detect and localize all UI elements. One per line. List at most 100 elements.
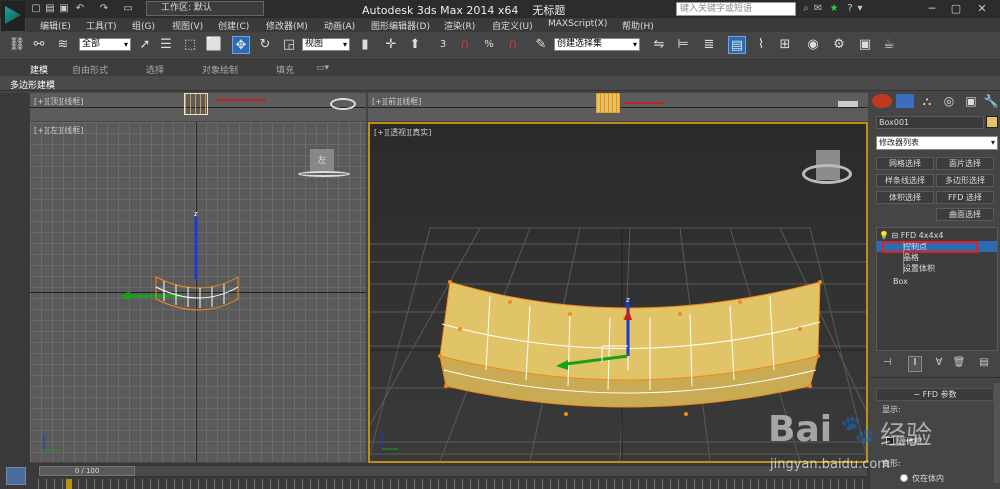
surface-select-button[interactable]: 曲面选择: [936, 208, 994, 221]
rect-selection-icon[interactable]: ⬚: [181, 36, 199, 54]
select-object-icon[interactable]: ➚: [136, 36, 154, 54]
schematic-view-icon[interactable]: ⊞: [776, 36, 794, 54]
viewport-front[interactable]: [+][前][线框]: [368, 93, 868, 121]
mini-curve-editor-icon[interactable]: [6, 467, 26, 485]
select-move-icon[interactable]: ✥: [232, 36, 250, 54]
tab-object-paint[interactable]: 对象绘制: [202, 63, 238, 76]
ribbon-options-icon[interactable]: ▭▾: [316, 63, 329, 73]
patch-select-button[interactable]: 面片选择: [936, 157, 994, 170]
edit-named-selection-icon[interactable]: ✎: [532, 36, 550, 54]
poly-select-button[interactable]: 多边形选择: [936, 174, 994, 187]
layer-manager-icon[interactable]: ≣: [700, 36, 718, 54]
info-icon[interactable]: ▾: [854, 3, 866, 14]
search-icon[interactable]: ⌕: [800, 3, 812, 14]
display-panel-icon[interactable]: ▣: [962, 94, 980, 108]
object-color-swatch[interactable]: [986, 116, 998, 128]
menu-edit[interactable]: 编辑(E): [40, 19, 71, 32]
reference-coordinate-dropdown[interactable]: 视图: [302, 38, 350, 51]
show-end-result-icon[interactable]: Ⅰ: [908, 356, 922, 372]
viewport-top[interactable]: [+][顶][线框]: [30, 93, 366, 121]
modifier-list-dropdown[interactable]: 修改器列表 ▾: [876, 136, 998, 150]
create-panel-icon[interactable]: [872, 94, 892, 108]
mirror-icon[interactable]: ⇋: [650, 36, 668, 54]
communication-icon[interactable]: ✉: [812, 3, 824, 14]
angle-snap-icon[interactable]: ∩: [456, 36, 474, 54]
time-slider[interactable]: 0 / 100: [38, 465, 868, 477]
light-bulb-icon[interactable]: 💡: [879, 231, 889, 240]
select-manipulate-icon[interactable]: ✛: [382, 36, 400, 54]
hold-icon[interactable]: ▭: [122, 3, 134, 14]
selection-filter-dropdown[interactable]: 全部: [79, 38, 131, 51]
spinner-snap-icon[interactable]: ∩: [504, 36, 522, 54]
remove-modifier-icon[interactable]: 🗑: [952, 357, 966, 371]
named-selection-dropdown[interactable]: 创建选择集: [554, 38, 640, 51]
material-editor-icon[interactable]: ◉: [804, 36, 822, 54]
app-logo-icon[interactable]: [1, 1, 25, 31]
window-crossing-icon[interactable]: ⬜: [205, 36, 223, 54]
search-input[interactable]: 键入关键字或短语: [676, 2, 796, 16]
motion-panel-icon[interactable]: ◎: [940, 94, 958, 108]
menu-graph-editors[interactable]: 图形编辑器(D): [371, 19, 430, 32]
viewport-top-label[interactable]: [+][顶][线框]: [34, 96, 83, 107]
rendered-frame-icon[interactable]: ▣: [856, 36, 874, 54]
viewport-left[interactable]: [+][左][线框] 左 z: [30, 122, 366, 462]
hierarchy-panel-icon[interactable]: ⛬: [918, 94, 936, 108]
spline-select-button[interactable]: 样条线选择: [876, 174, 934, 187]
tab-modeling[interactable]: 建模: [30, 63, 48, 76]
stack-item-ffd[interactable]: 💡 ⊟ FFD 4x4x4: [879, 230, 943, 241]
configure-modifier-sets-icon[interactable]: ▤: [974, 357, 994, 371]
stack-item-lattice[interactable]: 晶格: [903, 252, 919, 263]
time-slider-thumb[interactable]: 0 / 100: [39, 466, 135, 476]
open-file-icon[interactable]: ▤: [44, 3, 56, 14]
menu-create[interactable]: 创建(C): [218, 19, 249, 32]
graphite-toggle-icon[interactable]: ▤: [728, 36, 746, 54]
utilities-panel-icon[interactable]: 🔧: [982, 94, 1000, 108]
pin-stack-icon[interactable]: ⊣: [880, 357, 894, 371]
modify-panel-icon[interactable]: [896, 94, 914, 108]
make-unique-icon[interactable]: ∀: [932, 357, 946, 371]
keyboard-shortcut-override-icon[interactable]: ⬆: [406, 36, 424, 54]
stack-item-box[interactable]: Box: [893, 276, 908, 287]
curve-editor-icon[interactable]: ⌇: [752, 36, 770, 54]
render-setup-icon[interactable]: ⚙: [830, 36, 848, 54]
percent-snap-icon[interactable]: %: [480, 36, 498, 54]
undo-icon[interactable]: ↶: [74, 3, 86, 14]
workspace-dropdown[interactable]: 工作区: 默认: [146, 1, 264, 16]
tab-selection[interactable]: 选择: [146, 63, 164, 76]
select-scale-icon[interactable]: ◲: [280, 36, 298, 54]
link-icon[interactable]: ⛓: [8, 36, 26, 54]
new-file-icon[interactable]: ▢: [30, 3, 42, 14]
menu-customize[interactable]: 自定义(U): [492, 19, 533, 32]
unlink-icon[interactable]: ⚯: [30, 36, 48, 54]
front-viewcube-icon[interactable]: [838, 101, 858, 107]
favorites-icon[interactable]: ★: [828, 3, 840, 14]
select-rotate-icon[interactable]: ↻: [256, 36, 274, 54]
menu-modifiers[interactable]: 修改器(M): [266, 19, 308, 32]
menu-animation[interactable]: 动画(A): [324, 19, 355, 32]
viewport-front-label[interactable]: [+][前][线框]: [372, 96, 421, 107]
track-bar[interactable]: [38, 479, 868, 489]
left-viewcube-icon[interactable]: 左: [310, 149, 334, 173]
maximize-icon[interactable]: ▢: [946, 1, 966, 16]
save-icon[interactable]: ▣: [58, 3, 70, 14]
tab-populate[interactable]: 填充: [276, 63, 294, 76]
stack-item-set-volume[interactable]: 设置体积: [903, 263, 935, 274]
ffd-select-button[interactable]: FFD 选择: [936, 191, 994, 204]
menu-group[interactable]: 组(G): [132, 19, 155, 32]
menu-help[interactable]: 帮助(H): [622, 19, 654, 32]
align-icon[interactable]: ⊨: [674, 36, 692, 54]
top-viewcube-icon[interactable]: [330, 98, 356, 110]
tab-freeform[interactable]: 自由形式: [72, 63, 108, 76]
snaps-toggle-icon[interactable]: 3: [434, 36, 452, 54]
modifier-stack[interactable]: 💡 ⊟ FFD 4x4x4 控制点 晶格 设置体积 Box: [876, 227, 998, 351]
menu-tools[interactable]: 工具(T): [86, 19, 117, 32]
redo-icon[interactable]: ↷: [98, 3, 110, 14]
select-by-name-icon[interactable]: ☰: [157, 36, 175, 54]
volume-select-button[interactable]: 体积选择: [876, 191, 934, 204]
object-name-field[interactable]: Box001: [876, 116, 984, 129]
polygon-modeling-label[interactable]: 多边形建模: [10, 78, 55, 91]
menu-views[interactable]: 视图(V): [172, 19, 203, 32]
bind-spacewarp-icon[interactable]: ≋: [54, 36, 72, 54]
close-icon[interactable]: ✕: [972, 1, 992, 16]
mesh-select-button[interactable]: 网格选择: [876, 157, 934, 170]
